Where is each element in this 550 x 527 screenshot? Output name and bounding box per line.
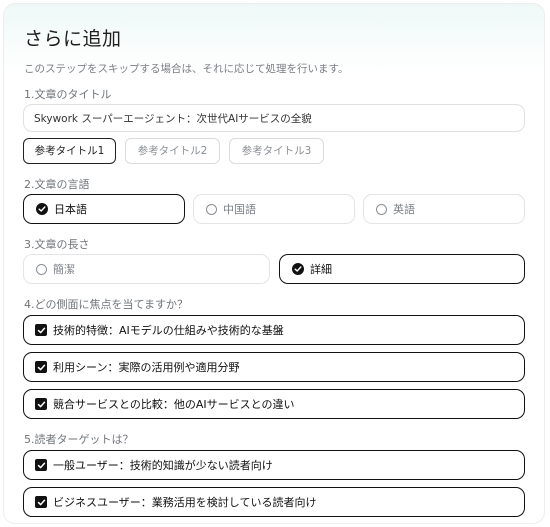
section-label-audience: 5.読者ターゲットは？: [24, 433, 134, 446]
audience-option-general[interactable]: 一般ユーザー：技術的知識が少ない読者向け: [23, 450, 525, 480]
reference-title-chip-1[interactable]: 参考タイトル1: [23, 138, 116, 164]
title-input[interactable]: [23, 104, 525, 132]
option-label: 競合サービスとの比較：他のAIサービスとの違い: [53, 398, 295, 411]
radio-unchecked-icon: [376, 203, 387, 215]
section-label-length: 3.文章の長さ: [24, 238, 90, 251]
option-label: 利用シーン：実際の活用例や適用分野: [53, 361, 240, 374]
panel-title: さらに追加: [24, 28, 122, 50]
radio-unchecked-icon: [36, 263, 47, 275]
length-option-concise[interactable]: 簡潔: [23, 254, 270, 284]
focus-option-technical[interactable]: 技術的特徴：AIモデルの仕組みや技術的な基盤: [23, 315, 525, 345]
option-label: 簡潔: [53, 263, 75, 276]
length-option-detailed[interactable]: 詳細: [279, 254, 525, 284]
checkbox-checked-icon: [35, 398, 47, 410]
section-label-focus: 4.どの側面に焦点を当てますか？: [24, 298, 188, 311]
radio-checked-icon: [292, 263, 304, 275]
language-option-japanese[interactable]: 日本語: [23, 194, 185, 224]
option-label: 日本語: [54, 203, 87, 216]
radio-checked-icon: [36, 203, 48, 215]
checkbox-checked-icon: [35, 459, 47, 471]
checkbox-checked-icon: [35, 496, 47, 508]
audience-option-business[interactable]: ビジネスユーザー：業務活用を検討している読者向け: [23, 487, 525, 517]
checkbox-checked-icon: [35, 324, 47, 336]
focus-option-comparison[interactable]: 競合サービスとの比較：他のAIサービスとの違い: [23, 389, 525, 419]
panel-description: このステップをスキップする場合は、それに応じて処理を行います。: [24, 63, 349, 75]
option-label: ビジネスユーザー：業務活用を検討している読者向け: [53, 496, 317, 509]
more-options-panel: さらに追加 このステップをスキップする場合は、それに応じて処理を行います。 1.…: [3, 3, 545, 524]
option-label: 中国語: [223, 203, 256, 216]
reference-title-chip-2[interactable]: 参考タイトル2: [125, 138, 220, 164]
option-label: 詳細: [310, 263, 332, 276]
radio-unchecked-icon: [206, 203, 217, 215]
section-label-title: 1.文章のタイトル: [24, 88, 112, 101]
checkbox-checked-icon: [35, 361, 47, 373]
option-label: 英語: [393, 203, 415, 216]
reference-title-chip-3[interactable]: 参考タイトル3: [229, 138, 324, 164]
option-label: 技術的特徴：AIモデルの仕組みや技術的な基盤: [53, 324, 284, 337]
language-option-chinese[interactable]: 中国語: [193, 194, 355, 224]
option-label: 一般ユーザー：技術的知識が少ない読者向け: [53, 459, 273, 472]
focus-option-usecases[interactable]: 利用シーン：実際の活用例や適用分野: [23, 352, 525, 382]
language-option-english[interactable]: 英語: [363, 194, 525, 224]
section-label-language: 2.文章の言語: [24, 178, 90, 191]
